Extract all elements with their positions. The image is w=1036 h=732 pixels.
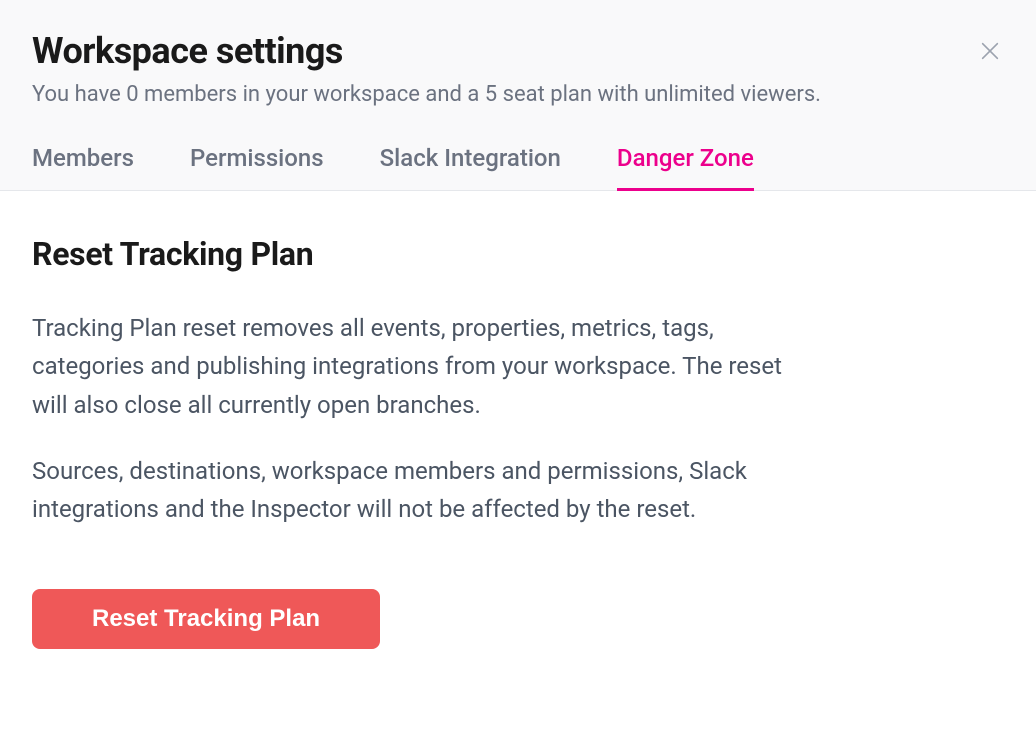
reset-tracking-plan-button[interactable]: Reset Tracking Plan: [32, 589, 380, 649]
close-icon: [979, 40, 1001, 65]
reset-description-2: Sources, destinations, workspace members…: [32, 452, 792, 529]
section-title-reset: Reset Tracking Plan: [32, 235, 1004, 273]
tab-danger-zone[interactable]: Danger Zone: [617, 132, 754, 191]
tab-content: Reset Tracking Plan Tracking Plan reset …: [0, 191, 1036, 732]
close-button[interactable]: [976, 38, 1004, 66]
tab-slack-integration[interactable]: Slack Integration: [380, 132, 561, 191]
tab-members[interactable]: Members: [32, 132, 134, 191]
page-subtitle: You have 0 members in your workspace and…: [32, 81, 1004, 110]
tab-permissions[interactable]: Permissions: [190, 132, 324, 191]
page-title: Workspace settings: [32, 30, 1004, 73]
workspace-settings-modal: Workspace settings You have 0 members in…: [0, 0, 1036, 732]
tabs-nav: Members Permissions Slack Integration Da…: [0, 132, 1036, 191]
modal-header: Workspace settings You have 0 members in…: [0, 0, 1036, 132]
reset-description-1: Tracking Plan reset removes all events, …: [32, 309, 792, 424]
